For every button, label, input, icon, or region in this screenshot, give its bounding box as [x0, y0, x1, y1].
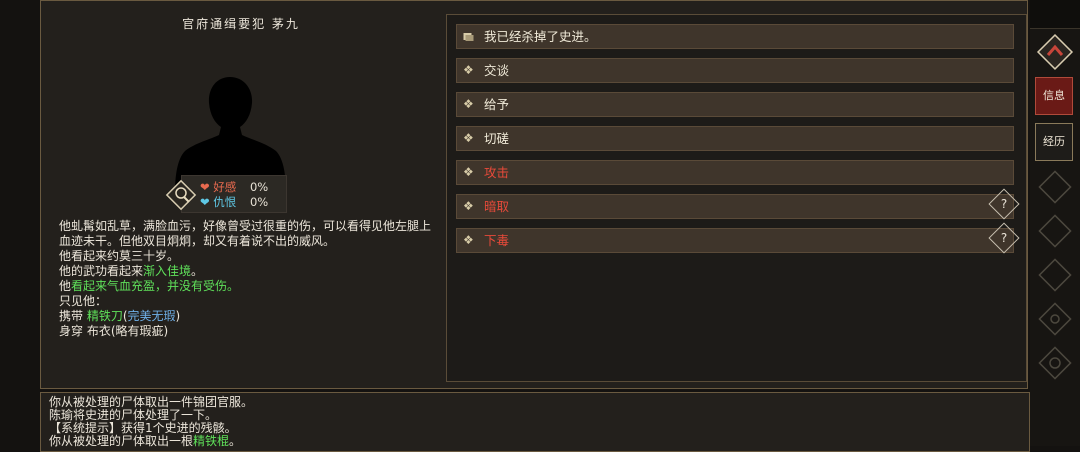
faded-menu-icon	[1038, 258, 1072, 292]
text-segment: 他	[59, 279, 72, 293]
text-segment: 渐入佳境	[143, 264, 192, 278]
description-line: 携带 精铁刀(完美无瑕)	[59, 309, 439, 324]
diamond-icon: ❖	[463, 63, 474, 77]
action-label: 切磋	[484, 131, 510, 146]
description-line: 他的武功看起来渐入佳境。	[59, 264, 439, 279]
description-line: 他虬髯如乱草，满脸血污，好像曾受过很重的伤，可以看得见他左腿上血迹未干。但他双目…	[59, 219, 439, 249]
text-segment: 。	[191, 264, 204, 278]
diamond-icon: ❖	[463, 165, 474, 179]
help-glyph: ?	[1000, 197, 1008, 211]
description-line: 身穿 布衣(略有瑕疵)	[59, 324, 439, 339]
action-label: 暗取	[484, 199, 510, 214]
text-segment: 完美无瑕	[127, 309, 176, 323]
action-quest-report[interactable]: 我已经杀掉了史进。	[456, 24, 1014, 49]
help-glyph: ?	[1000, 231, 1008, 245]
faded-menu-icon	[1038, 214, 1072, 248]
text-segment: 你从被处理的尸体取出一件锦团官服。	[49, 395, 254, 409]
hatred-value: 0%	[249, 195, 269, 209]
diamond-icon: ❖	[463, 131, 474, 145]
quest-icon	[463, 33, 474, 41]
back-arrow-icon[interactable]	[1035, 32, 1075, 72]
faded-menu-icon	[1038, 170, 1072, 204]
text-segment: 他看起来约莫三十岁。	[59, 249, 180, 263]
character-panel: 官府通缉要犯 茅九 ❤ 好感 0% ❤ 仇恨 0% 他虬髯如乱草，满脸血污，好像…	[40, 0, 1028, 389]
action-label: 下毒	[484, 233, 510, 248]
help-icon[interactable]: ?	[988, 188, 1020, 220]
sidebar-top-bar	[1030, 0, 1080, 29]
diamond-icon: ❖	[463, 199, 474, 213]
affection-label: 好感	[213, 180, 237, 194]
text-segment: 他的武功看起来	[59, 264, 144, 278]
help-icon[interactable]: ?	[988, 222, 1020, 254]
hatred-stat: ❤ 仇恨 0%	[200, 195, 274, 209]
tab-history[interactable]: 经历	[1035, 123, 1073, 161]
text-segment: 携带	[59, 309, 87, 323]
heart-icon: ❤	[200, 195, 210, 209]
heart-icon: ❤	[200, 180, 210, 194]
text-segment: 【系统提示】获得1个史进的残骸。	[49, 421, 237, 435]
text-segment: 精铁刀	[86, 309, 123, 323]
relation-icon	[165, 179, 197, 211]
npc-description: 他虬髯如乱草，满脸血污，好像曾受过很重的伤，可以看得见他左腿上血迹未干。但他双目…	[59, 219, 439, 339]
text-segment: 身穿 布衣(略有瑕疵)	[59, 324, 169, 338]
diamond-icon: ❖	[463, 97, 474, 111]
description-line: 他看起来约莫三十岁。	[59, 249, 439, 264]
action-label: 攻击	[484, 165, 510, 180]
text-segment: 他虬髯如乱草，满脸血污，好像曾受过很重的伤，可以看得见他左腿上血迹未干。但他双目…	[59, 219, 432, 248]
text-segment: 看起来气血充盈，并没有受伤。	[71, 279, 240, 293]
affection-value: 0%	[249, 180, 269, 194]
faded-help-icon	[1038, 302, 1072, 336]
npc-title: 官府通缉要犯 茅九	[182, 17, 300, 31]
action-talk[interactable]: ❖ 交谈	[456, 58, 1014, 83]
affection-stat: ❤ 好感 0%	[200, 180, 274, 194]
hatred-label: 仇恨	[213, 195, 237, 209]
text-segment: 陈瑜将史进的尸体处理了一下。	[49, 408, 218, 422]
text-segment: 只见他：	[59, 294, 108, 308]
action-give[interactable]: ❖ 给予	[456, 92, 1014, 117]
action-spar[interactable]: ❖ 切磋	[456, 126, 1014, 151]
log-line: 你从被处理的尸体取出一根精铁棍。	[49, 435, 1029, 448]
action-poison[interactable]: ❖ 下毒 ?	[456, 222, 1020, 254]
action-label: 给予	[484, 97, 510, 112]
relation-stats: ❤ 好感 0% ❤ 仇恨 0%	[165, 175, 287, 213]
message-log[interactable]: 你从被处理的尸体取出一件锦团官服。 陈瑜将史进的尸体处理了一下。 【系统提示】获得1…	[40, 392, 1030, 452]
action-attack[interactable]: ❖ 攻击	[456, 160, 1014, 185]
tab-info[interactable]: 信息	[1035, 77, 1073, 115]
action-list: 我已经杀掉了史进。 ❖ 交谈 ❖ 给予 ❖ 切磋 ❖ 攻击 ❖ 暗取 ? ❖ 下…	[446, 14, 1027, 382]
action-steal[interactable]: ❖ 暗取 ?	[456, 188, 1020, 220]
right-sidebar: 信息 经历	[1030, 0, 1080, 446]
diamond-icon: ❖	[463, 233, 474, 247]
description-line: 他看起来气血充盈，并没有受伤。	[59, 279, 439, 294]
action-label: 我已经杀掉了史进。	[484, 29, 597, 44]
action-label: 交谈	[484, 63, 510, 78]
description-line: 只见他：	[59, 294, 439, 309]
text-segment: )	[175, 309, 181, 323]
faded-settings-icon	[1038, 346, 1072, 380]
